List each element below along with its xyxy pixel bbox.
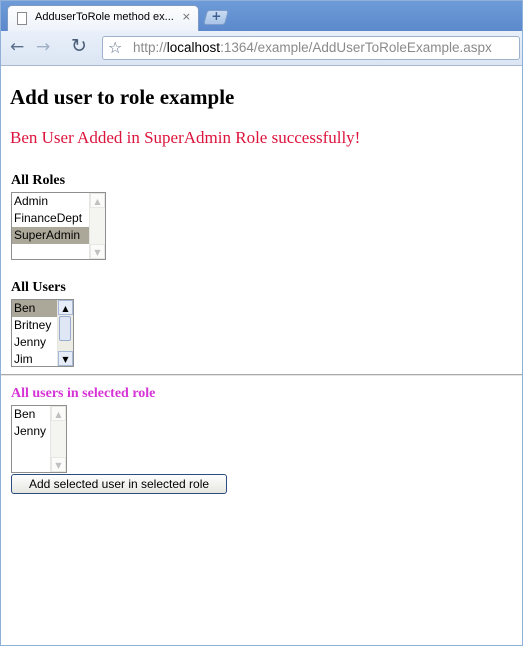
status-message: Ben User Added in SuperAdmin Role succes…: [10, 128, 361, 147]
close-tab-icon[interactable]: ×: [182, 10, 191, 23]
url-text[interactable]: http://localhost:1364/example/AddUserToR…: [133, 40, 492, 55]
star-icon[interactable]: ☆: [108, 38, 122, 57]
url-path: :1364/example/AddUserToRoleExample.aspx: [220, 40, 492, 55]
users-label: All Users: [11, 280, 66, 295]
page-icon: [17, 12, 27, 25]
roles-scrollbar[interactable]: ▲ ▼: [89, 193, 105, 259]
forward-arrow-icon[interactable]: →: [36, 37, 50, 57]
users-in-role-label: All users in selected role: [11, 386, 156, 401]
scroll-down-icon[interactable]: ▼: [51, 457, 66, 472]
add-user-to-role-button[interactable]: Add selected user in selected role: [11, 474, 227, 494]
page-title: Add user to role example: [10, 85, 235, 109]
scroll-thumb[interactable]: [59, 316, 71, 341]
page-content: Add user to role example Ben User Added …: [1, 66, 522, 645]
roles-label: All Roles: [11, 173, 66, 188]
scroll-up-icon[interactable]: ▲: [90, 193, 105, 208]
plus-icon: +: [211, 9, 222, 23]
scroll-up-icon[interactable]: ▲: [51, 406, 66, 421]
reload-icon[interactable]: ↻: [71, 36, 87, 56]
tab-active[interactable]: AdduserToRole method ex... ×: [7, 5, 199, 31]
back-arrow-icon[interactable]: ←: [10, 37, 24, 57]
divider: [1, 374, 522, 376]
users-scrollbar[interactable]: ▲ ▼: [57, 300, 73, 366]
address-bar[interactable]: ☆ http://localhost:1364/example/AddUserT…: [102, 36, 520, 60]
url-scheme: http://: [133, 40, 167, 55]
users-in-role-listbox[interactable]: Ben Jenny ▲ ▼: [11, 405, 67, 473]
roles-listbox[interactable]: Admin FinanceDept SuperAdmin ▲ ▼: [11, 192, 106, 260]
scroll-up-icon[interactable]: ▲: [58, 300, 73, 315]
scroll-down-icon[interactable]: ▼: [90, 244, 105, 259]
tab-strip: AdduserToRole method ex... × +: [1, 1, 522, 31]
users-in-role-scrollbar[interactable]: ▲ ▼: [50, 406, 66, 472]
tab-title: AdduserToRole method ex...: [35, 11, 174, 23]
new-tab-button[interactable]: +: [202, 9, 230, 25]
browser-window: AdduserToRole method ex... × + ← → ↻ ☆ h…: [0, 0, 523, 646]
users-listbox[interactable]: Ben Britney Jenny Jim ▲ ▼: [11, 299, 74, 367]
url-host: localhost: [166, 40, 221, 55]
scroll-down-icon[interactable]: ▼: [58, 351, 73, 366]
toolbar: ← → ↻ ☆ http://localhost:1364/example/Ad…: [1, 31, 522, 66]
